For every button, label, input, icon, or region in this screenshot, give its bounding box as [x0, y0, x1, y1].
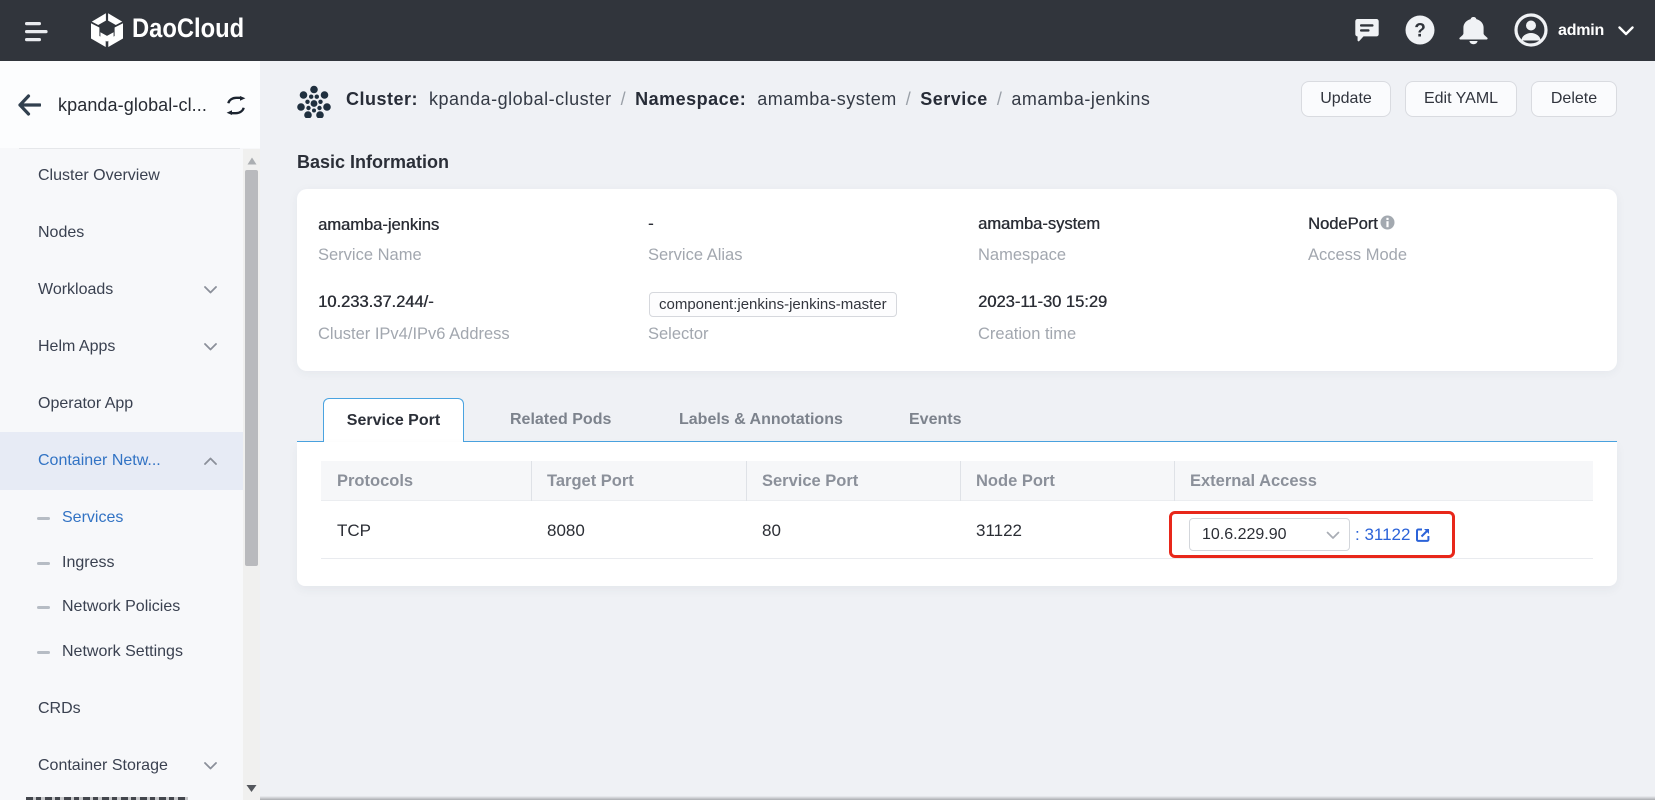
- svg-text:?: ?: [1414, 21, 1426, 42]
